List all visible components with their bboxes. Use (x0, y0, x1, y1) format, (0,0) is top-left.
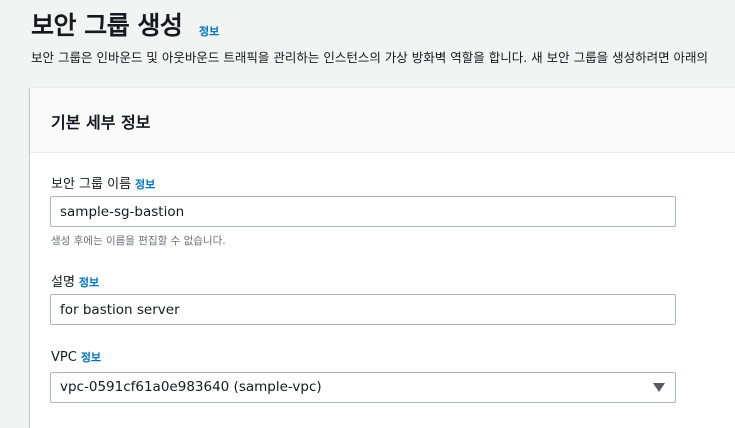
basic-details-panel: 기본 세부 정보 보안 그룹 이름정보 생성 후에는 이름을 편집할 수 없습니… (30, 87, 735, 428)
panel-title: 기본 세부 정보 (51, 113, 151, 132)
name-label-text: 보안 그룹 이름 (51, 177, 132, 192)
title-info-link[interactable]: 정보 (199, 23, 219, 39)
panel-header: 기본 세부 정보 (30, 88, 735, 153)
page-description: 보안 그룹은 인바운드 및 아웃바운드 트래픽을 관리하는 인스턴스의 가상 방… (31, 50, 709, 65)
vpc-select[interactable]: vpc-0591cf61a0e983640 (sample-vpc) (50, 372, 676, 403)
security-group-name-input[interactable] (50, 196, 676, 227)
description-field-label: 설명 정보 (51, 271, 99, 290)
name-field-label: 보안 그룹 이름 정보 (51, 173, 155, 192)
description-info-link[interactable]: 정보 (79, 276, 99, 289)
vpc-label-text: VPC (51, 350, 77, 365)
description-input[interactable] (50, 294, 676, 325)
name-hint: 생성 후에는 이름을 편집할 수 없습니다. (51, 235, 226, 247)
page-title: 보안 그룹 생성 (31, 11, 183, 40)
caret-down-icon (653, 383, 665, 392)
description-label-text: 설명 (51, 275, 75, 290)
name-info-link[interactable]: 정보 (135, 178, 155, 191)
vpc-selected-value: vpc-0591cf61a0e983640 (sample-vpc) (60, 379, 322, 395)
vpc-info-link[interactable]: 정보 (81, 351, 101, 364)
vpc-field-label: VPC 정보 (51, 349, 101, 365)
